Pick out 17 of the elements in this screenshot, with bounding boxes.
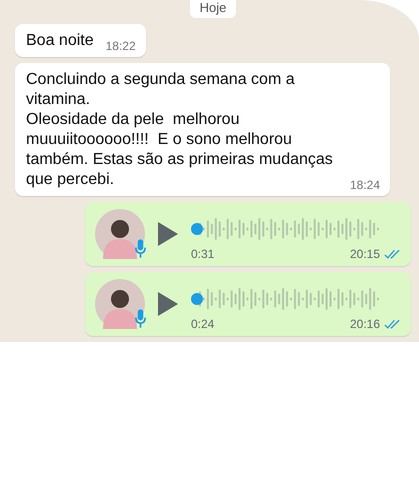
duration: 0:31 bbox=[191, 247, 214, 261]
message-text: Concluindo a segunda semana com a vitamina. Oleosidade da pele melhorou muuuiitoooooo!!!! E o sono melhorou também. Estas são as primeiras mudanças que percebi. bbox=[26, 70, 334, 190]
message-text: Boa noite bbox=[26, 31, 94, 51]
avatar bbox=[95, 279, 145, 329]
date-chip: Hoje bbox=[190, 0, 236, 18]
play-button[interactable] bbox=[157, 291, 179, 317]
message-time: 18:24 bbox=[350, 178, 380, 192]
playback-thumb[interactable] bbox=[191, 293, 203, 305]
duration: 0:24 bbox=[191, 317, 214, 331]
microphone-icon bbox=[135, 309, 146, 328]
message-time: 18:22 bbox=[106, 39, 136, 53]
message-time: 20:15 bbox=[350, 247, 380, 261]
playback-thumb[interactable] bbox=[191, 223, 203, 235]
microphone-icon bbox=[135, 239, 146, 258]
play-button[interactable] bbox=[157, 221, 179, 247]
message-time: 20:16 bbox=[350, 317, 380, 331]
avatar bbox=[95, 209, 145, 259]
